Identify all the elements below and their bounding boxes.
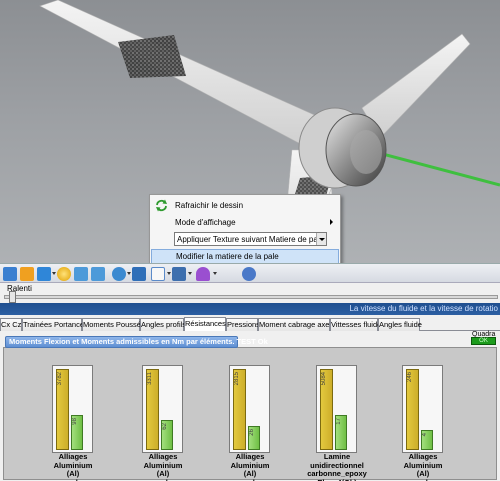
turbine-icon[interactable]	[172, 267, 186, 281]
tab-vitesses-fluide[interactable]: Vittesses fluide	[330, 318, 382, 331]
tab-label: Cx Cz	[1, 320, 22, 329]
tab-moments-poussees[interactable]: Moments Poussées	[82, 318, 149, 331]
tab-label: Angles fluide	[379, 320, 422, 329]
wind-icon[interactable]	[20, 267, 34, 281]
element-label: Alliages Aluminium (Al) moules Elem.5(Ok…	[403, 452, 443, 481]
current-moment-value: 62	[162, 423, 168, 430]
max-moment-value: 2815	[234, 372, 240, 386]
element-label: Alliages Aluminium (Al) moules Elem.1(Ok…	[53, 452, 93, 481]
menu-label-modify-material: Modifier la matiere de la pale	[176, 252, 279, 261]
max-moment-bar: 3782	[56, 369, 69, 450]
quadra-value: OK	[479, 338, 488, 344]
speed-slider-thumb[interactable]	[8, 291, 16, 303]
submenu-arrow-icon	[330, 219, 333, 225]
camera-icon[interactable]	[132, 267, 146, 281]
element-label: Alliages Aluminium (Al) moules Elem.2(Ok…	[143, 452, 183, 481]
menu-item-texture: Appliquer Texture suivant Matiere de pal…	[151, 232, 339, 248]
resistances-panel: Quadra OK 3782 98 Alliages Aluminium (Al) …	[0, 331, 500, 481]
current-moment-value: 17	[336, 418, 342, 425]
pointer-icon[interactable]	[151, 267, 165, 281]
quadra-status-indicator: OK	[471, 337, 496, 345]
pan-icon[interactable]	[91, 267, 105, 281]
current-moment-value: 26	[249, 429, 255, 436]
context-menu: Rafraichir le dessin Mode d'affichage Ap…	[149, 194, 341, 263]
chevron-down-icon[interactable]	[316, 233, 326, 245]
tab-label: Angles profils	[141, 320, 187, 329]
element-gauge: 3782 98	[52, 365, 93, 453]
moments-group-box: 3782 98 Alliages Aluminium (Al) moules Ele…	[3, 347, 497, 481]
chevron-down-icon[interactable]	[52, 272, 56, 275]
tab-moment-cabrage[interactable]: Moment cabrage axe Y	[258, 318, 336, 331]
element-label: Alliages Aluminium (Al) moules Elem.3(Ok…	[230, 452, 270, 481]
element-gauge: 3311 62	[142, 365, 183, 453]
tab-angles-fluide[interactable]: Angles fluide	[378, 318, 422, 331]
max-moment-bar: 3311	[146, 369, 159, 450]
element-gauge: 2815 26	[229, 365, 270, 453]
chevron-down-icon[interactable]	[213, 272, 217, 275]
zoom-icon[interactable]	[57, 267, 71, 281]
max-moment-bar: 5084	[320, 369, 333, 450]
tab-bar: Cx Cz Trainées Portances Moments Poussée…	[0, 317, 500, 332]
menu-item-display-mode[interactable]: Mode d'affichage	[151, 215, 339, 231]
group-title: Moments Flexion et Moments admissibles e…	[5, 336, 268, 348]
texture-dropdown[interactable]: Appliquer Texture suivant Matiere de pal…	[174, 232, 327, 246]
tab-label: Résistances	[185, 319, 226, 328]
menu-label-refresh: Rafraichir le dessin	[175, 201, 244, 210]
speed-slider-track[interactable]	[4, 295, 498, 299]
blade-icon[interactable]	[196, 267, 210, 281]
tab-angles-profils[interactable]: Angles profils	[140, 318, 187, 331]
max-moment-bar: 246	[406, 369, 419, 450]
current-moment-value: 4	[422, 433, 428, 437]
tab-label: Moments Poussées	[83, 320, 149, 329]
current-moment-bar: 17	[335, 415, 347, 450]
current-moment-bar: 4	[421, 430, 433, 450]
grid-view-icon[interactable]	[3, 267, 17, 281]
current-moment-bar: 62	[161, 420, 173, 450]
tab-resistances[interactable]: Résistances	[184, 317, 226, 332]
current-moment-bar: 98	[71, 415, 83, 450]
current-moment-value: 98	[72, 418, 78, 425]
image-icon[interactable]	[37, 267, 51, 281]
tab-trainees-portances[interactable]: Trainées Portances	[22, 318, 88, 331]
tab-label: Trainées Portances	[23, 320, 88, 329]
max-moment-bar: 2815	[233, 369, 246, 450]
element-label: Lamine unidirectionnel carbonne_epoxy El…	[307, 452, 367, 481]
menu-label-display-mode: Mode d'affichage	[175, 218, 236, 227]
refresh-icon	[156, 199, 167, 212]
texture-dropdown-value: Appliquer Texture suivant Matiere de pal…	[177, 235, 325, 244]
menu-item-refresh[interactable]: Rafraichir le dessin	[151, 198, 339, 214]
element-gauge: 5084 17	[316, 365, 357, 453]
chevron-down-icon[interactable]	[167, 272, 171, 275]
max-moment-value: 5084	[321, 372, 327, 386]
compass-icon[interactable]	[242, 267, 256, 281]
3d-viewport[interactable]: Rafraichir le dessin Mode d'affichage Ap…	[0, 0, 500, 263]
menu-item-modify-material[interactable]: Modifier la matiere de la pale	[151, 249, 339, 263]
tab-pressions[interactable]: Pressions	[226, 318, 260, 331]
toolbar	[0, 263, 500, 283]
chevron-down-icon[interactable]	[127, 272, 131, 275]
max-moment-value: 3311	[147, 372, 153, 385]
current-moment-bar: 26	[248, 426, 260, 450]
status-ticker: La vitesse du fluide et la vitesse de ro…	[0, 303, 500, 315]
slow-motion-panel: Ralenti La vitesse du fluide et la vites…	[0, 283, 500, 318]
ticker-text: La vitesse du fluide et la vitesse de ro…	[349, 304, 498, 313]
max-moment-value: 246	[407, 372, 413, 383]
tab-label: Moment cabrage axe Y	[259, 320, 337, 329]
chevron-down-icon[interactable]	[188, 272, 192, 275]
max-moment-value: 3782	[57, 372, 63, 386]
element-gauge: 246 4	[402, 365, 443, 453]
settings-icon[interactable]	[112, 267, 126, 281]
tab-label: Pressions	[227, 320, 260, 329]
tab-cx-cz[interactable]: Cx Cz	[0, 318, 22, 331]
tab-label: Vittesses fluide	[331, 320, 382, 329]
rotate-icon[interactable]	[74, 267, 88, 281]
